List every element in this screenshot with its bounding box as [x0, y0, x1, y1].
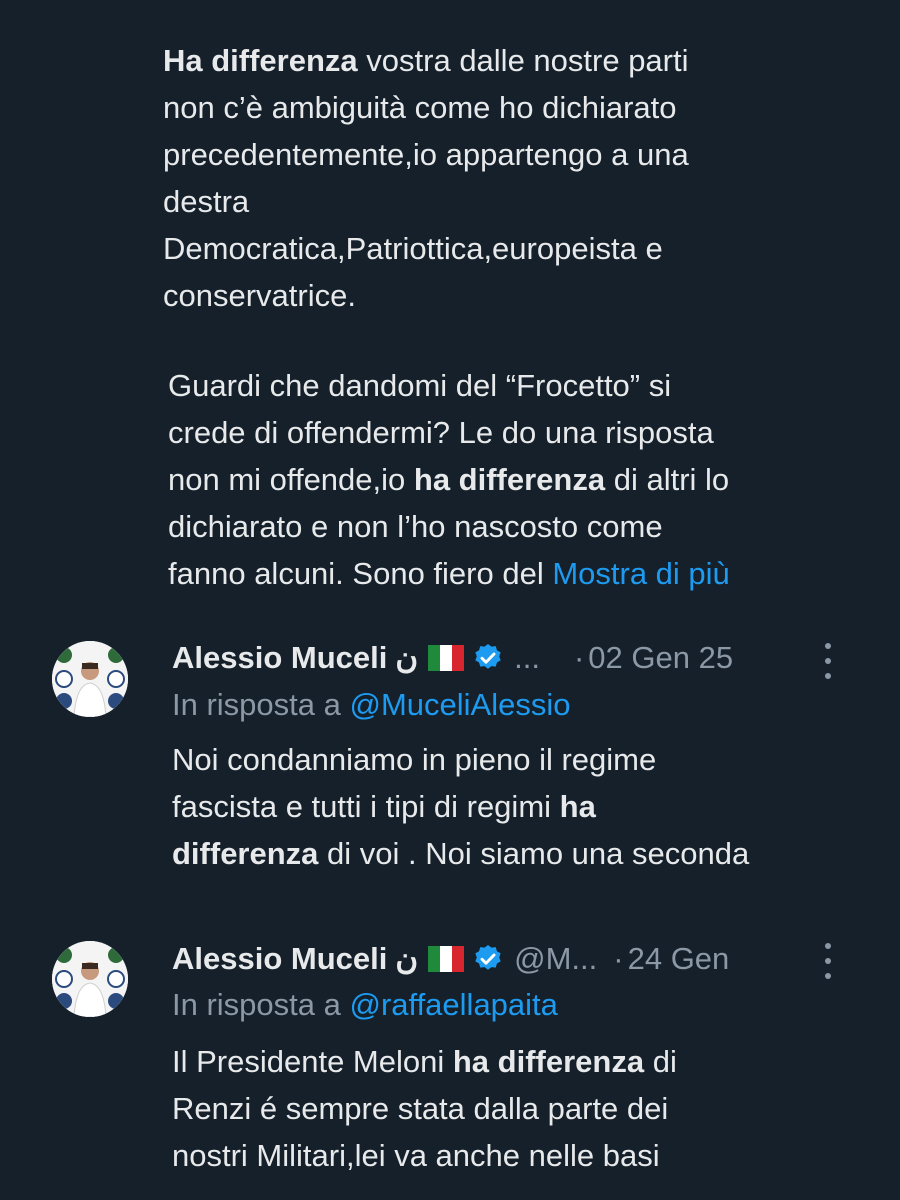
avatar[interactable] [52, 641, 128, 717]
show-more-link[interactable]: Mostra di più [552, 556, 729, 591]
reply-handle-link[interactable]: @raffaellapaita [349, 987, 557, 1022]
bold-phrase: ha [559, 789, 596, 824]
timestamp[interactable]: 24 Gen [628, 941, 730, 977]
reply-header: Alessio Muceli ن ... · 02 Gen 25 [172, 638, 733, 678]
more-options-icon[interactable] [818, 643, 838, 679]
name-symbol: ن [395, 941, 419, 976]
reply-line: nostri Militari,lei va anche nelle basi [172, 1132, 677, 1179]
bold-phrase: ha differenza [413, 462, 606, 497]
avatar-image [52, 941, 128, 1017]
reply-line: Il Presidente Meloni ha differenza di [172, 1038, 677, 1085]
reply-line: fascista e tutti i tipi di regimi ha [172, 783, 749, 830]
reply-line: Renzi é sempre stata dalla parte dei [172, 1085, 677, 1132]
reply-context: In risposta a @MuceliAlessio [172, 687, 570, 723]
separator-dot: · [573, 640, 585, 675]
reply-line: Noi condanniamo in pieno il regime [172, 736, 749, 783]
timestamp[interactable]: 02 Gen 25 [588, 640, 733, 676]
italian-flag-icon [428, 946, 465, 972]
reply-line: differenza di voi . Noi siamo una second… [172, 830, 749, 877]
text-segment: nostri Militari,lei va anche nelle basi [172, 1138, 660, 1173]
reply-text: Il Presidente Meloni ha differenza di Re… [172, 1038, 677, 1179]
text-segment: di voi . Noi siamo una seconda [318, 836, 750, 871]
tweet-paragraph-1: Ha differenza vostra dalle nostre parti … [163, 37, 689, 319]
name-symbol: ن [395, 640, 419, 675]
reply-handle-link[interactable]: @MuceliAlessio [349, 687, 570, 722]
text-segment: Renzi é sempre stata dalla parte dei [172, 1091, 669, 1126]
separator-dot: · [613, 941, 624, 976]
bold-phrase: Ha differenza [163, 43, 358, 78]
author-handle[interactable]: ... [514, 640, 540, 676]
reply-prefix: In risposta a [172, 687, 350, 722]
italian-flag-icon [428, 645, 465, 671]
text-segment: di [644, 1044, 677, 1079]
verified-badge-icon [472, 642, 504, 674]
verified-badge-icon [472, 943, 504, 975]
reply-prefix: In risposta a [172, 987, 350, 1022]
bold-phrase: differenza [172, 836, 319, 871]
reply-text: Noi condanniamo in pieno il regime fasci… [172, 736, 749, 877]
author-name[interactable]: Alessio Muceli [172, 640, 387, 676]
reply-header: Alessio Muceli ن @M... · 24 Gen [172, 939, 729, 979]
text-segment: Noi condanniamo in pieno il regime [172, 742, 657, 777]
text-segment: Il Presidente Meloni [172, 1044, 453, 1079]
bold-phrase: ha differenza [452, 1044, 645, 1079]
avatar[interactable] [52, 941, 128, 1017]
reply-context: In risposta a @raffaellapaita [172, 987, 558, 1023]
author-name[interactable]: Alessio Muceli [172, 941, 387, 977]
avatar-image [52, 641, 128, 717]
author-handle[interactable]: @M... [514, 941, 597, 977]
tweet-paragraph-2: Guardi che dandomi del “Frocetto” si cre… [168, 362, 730, 597]
text-segment: fascista e tutti i tipi di regimi [172, 789, 560, 824]
paragraph-text: vostra dalle nostre parti non c’è ambigu… [163, 43, 689, 313]
more-options-icon[interactable] [818, 943, 838, 979]
